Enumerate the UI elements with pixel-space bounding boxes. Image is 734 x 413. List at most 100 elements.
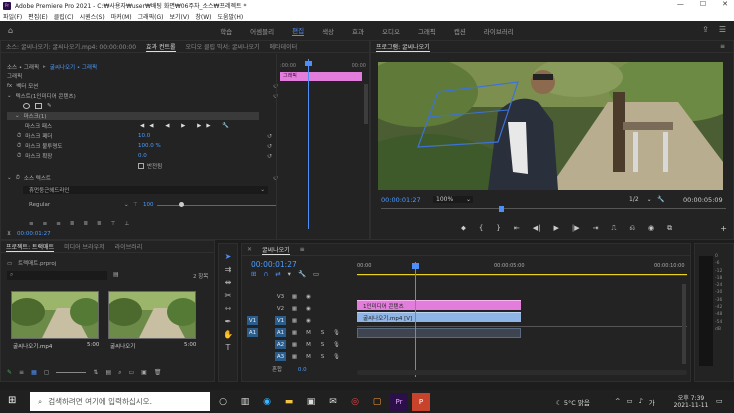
panel-menu-icon[interactable]: ≡ bbox=[720, 43, 725, 50]
add-marker-icon[interactable]: ▾ bbox=[288, 270, 291, 278]
menu-help[interactable]: 도움말(H) bbox=[217, 12, 243, 21]
edge-browser-icon[interactable]: ◉ bbox=[258, 393, 276, 411]
font-size-value[interactable]: 100 bbox=[143, 202, 154, 208]
workspace-tab-effects[interactable]: 효과 bbox=[352, 26, 364, 36]
mask-path-controls[interactable]: ◀◀ ◀ ▶ ▶▶ 🔧 bbox=[140, 123, 234, 129]
program-timecode[interactable]: 00:00:01:27 bbox=[381, 196, 421, 204]
justify-last-icon[interactable]: ≣ bbox=[83, 221, 88, 227]
sync-lock-icon[interactable]: ▦ bbox=[289, 328, 300, 337]
maximize-button[interactable]: ☐ bbox=[700, 0, 706, 8]
ime-icon[interactable]: 가 bbox=[649, 397, 655, 407]
eye-icon[interactable]: ◉ bbox=[303, 304, 314, 313]
menu-window[interactable]: 창(W) bbox=[195, 12, 211, 21]
timeline-timecode[interactable]: 00:00:01:27 bbox=[251, 260, 297, 269]
mark-in-icon[interactable]: { bbox=[479, 224, 483, 233]
workspace-tab-libraries[interactable]: 라이브러리 bbox=[484, 26, 514, 36]
expand-chevron-icon[interactable]: ⌄ bbox=[15, 113, 20, 119]
workspace-tab-edit[interactable]: 편집 bbox=[292, 25, 305, 36]
expand-chevron-icon[interactable]: ⌄ bbox=[7, 175, 12, 181]
freeform-view-icon[interactable]: ▢ bbox=[44, 369, 50, 377]
new-bin-icon[interactable]: ▭ bbox=[128, 369, 134, 377]
program-playhead[interactable] bbox=[499, 206, 504, 212]
go-to-in-icon[interactable]: ⇤ bbox=[514, 224, 520, 233]
stopwatch-icon[interactable]: ⏱ bbox=[17, 143, 21, 150]
notification-icon[interactable]: ▭ bbox=[716, 397, 723, 405]
sync-lock-icon[interactable]: ▦ bbox=[289, 304, 300, 313]
clip-a1-audio[interactable] bbox=[357, 328, 521, 338]
multitask-icon[interactable]: ▥ bbox=[236, 393, 254, 411]
tab-library[interactable]: 라이브러리 bbox=[115, 242, 143, 251]
inverted-checkbox[interactable] bbox=[138, 163, 144, 169]
track-select-icon[interactable]: ⇉ bbox=[225, 265, 232, 274]
mute-button[interactable]: M bbox=[303, 340, 314, 349]
mask-feather-value[interactable]: 10.0 bbox=[138, 133, 150, 139]
stopwatch-icon[interactable]: ⏱ bbox=[17, 133, 21, 140]
ec-playhead-handle[interactable] bbox=[305, 61, 312, 66]
workspace-tab-learn[interactable]: 학습 bbox=[220, 26, 232, 36]
hand-tool-icon[interactable]: ✋ bbox=[223, 330, 233, 339]
sort-icon[interactable]: ⇅ bbox=[93, 369, 98, 377]
project-thumbnail-clip[interactable] bbox=[9, 291, 102, 339]
workspace-tab-assembly[interactable]: 어셈블리 bbox=[250, 26, 274, 36]
sync-lock-icon[interactable]: ▦ bbox=[289, 292, 300, 301]
type-tool-icon[interactable]: T bbox=[226, 343, 231, 352]
tab-project[interactable]: 프로젝트: 트랙매트 bbox=[6, 242, 55, 252]
menu-view[interactable]: 보기(V) bbox=[170, 12, 190, 21]
app-icon[interactable]: ▢ bbox=[368, 393, 386, 411]
reset-icon[interactable]: ↺ bbox=[267, 153, 272, 160]
workspace-tab-captions[interactable]: 캡션 bbox=[454, 26, 466, 36]
track-label-v1[interactable]: V1 bbox=[275, 316, 286, 325]
justify-all-icon[interactable]: ≣ bbox=[97, 221, 102, 227]
solo-button[interactable]: S bbox=[317, 340, 328, 349]
export-frame-icon[interactable]: ◉ bbox=[648, 224, 654, 233]
insert-sequence-icon[interactable]: ⊞ bbox=[251, 270, 256, 278]
captions-icon[interactable]: ▭ bbox=[313, 270, 319, 278]
home-icon[interactable]: ⌂ bbox=[8, 26, 13, 35]
file-explorer-icon[interactable]: ▬ bbox=[280, 393, 298, 411]
wrench-icon[interactable]: 🔧 bbox=[657, 196, 664, 203]
mute-button[interactable]: M bbox=[303, 328, 314, 337]
menu-edit[interactable]: 편집(E) bbox=[28, 12, 48, 21]
track-label-v2[interactable]: V2 bbox=[275, 304, 286, 313]
mark-out-icon[interactable]: } bbox=[496, 224, 500, 233]
rectangle-mask-icon[interactable] bbox=[35, 103, 42, 109]
taskbar-search-input[interactable]: ⌕ 검색하려면 여기에 입력하십시오. bbox=[30, 392, 210, 411]
list-view-icon[interactable]: ≡ bbox=[19, 369, 24, 377]
zoom-select[interactable]: 100% ⌄ bbox=[433, 196, 473, 203]
timeline-playhead[interactable] bbox=[415, 262, 416, 377]
resolution-select[interactable]: 1/2 ⌄ bbox=[629, 196, 652, 203]
step-forward-icon[interactable]: |▶ bbox=[572, 224, 580, 233]
menu-file[interactable]: 파일(F) bbox=[3, 12, 22, 21]
solo-button[interactable]: S bbox=[317, 352, 328, 361]
mic-icon[interactable]: 🎙 bbox=[331, 328, 342, 337]
icon-view-icon[interactable]: ▦ bbox=[31, 369, 37, 377]
ellipse-mask-icon[interactable] bbox=[23, 103, 30, 109]
clip-label[interactable]: 굴씨나오기 • 그래픽 bbox=[50, 63, 97, 71]
track-label-a2[interactable]: A2 bbox=[275, 340, 286, 349]
clip-v1-video[interactable]: 굴씨나오기.mp4 [V] bbox=[357, 312, 521, 322]
font-style-select[interactable]: Regular bbox=[29, 202, 50, 208]
mask-row[interactable]: ⌄ 마스크(1) bbox=[7, 112, 259, 120]
settings-wrench-icon[interactable]: 🔧 bbox=[298, 270, 306, 278]
source-patch-a1[interactable]: A1 bbox=[247, 328, 258, 337]
source-patch-v1[interactable]: V1 bbox=[247, 316, 258, 325]
tray-up-icon[interactable]: ^ bbox=[615, 397, 620, 407]
razor-tool-icon[interactable]: ✂ bbox=[225, 291, 232, 300]
store-icon[interactable]: ▣ bbox=[302, 393, 320, 411]
align-center-icon[interactable]: ≡ bbox=[43, 221, 48, 227]
stopwatch-icon[interactable]: ⏱ bbox=[17, 153, 21, 160]
menu-sequence[interactable]: 시퀀스(S) bbox=[80, 12, 105, 21]
align-right-icon[interactable]: ≡ bbox=[56, 221, 61, 227]
powerpoint-taskbar-icon[interactable]: P bbox=[412, 392, 430, 411]
reset-icon[interactable]: ↺ bbox=[267, 133, 272, 140]
close-icon[interactable]: ✕ bbox=[247, 246, 252, 253]
zoom-slider[interactable] bbox=[56, 369, 87, 373]
track-label-a3[interactable]: A3 bbox=[275, 352, 286, 361]
mask-opacity-value[interactable]: 100.0 % bbox=[138, 143, 161, 149]
ec-current-time[interactable]: 00:00:01:27 bbox=[17, 231, 51, 237]
weather-icon[interactable]: ☾ bbox=[556, 399, 562, 407]
menu-clip[interactable]: 클립(C) bbox=[54, 12, 74, 21]
filter-icon[interactable]: ⊻ bbox=[7, 231, 11, 237]
expand-chevron-icon[interactable]: ⌄ bbox=[7, 93, 12, 99]
program-scrub-bar[interactable] bbox=[381, 208, 726, 209]
